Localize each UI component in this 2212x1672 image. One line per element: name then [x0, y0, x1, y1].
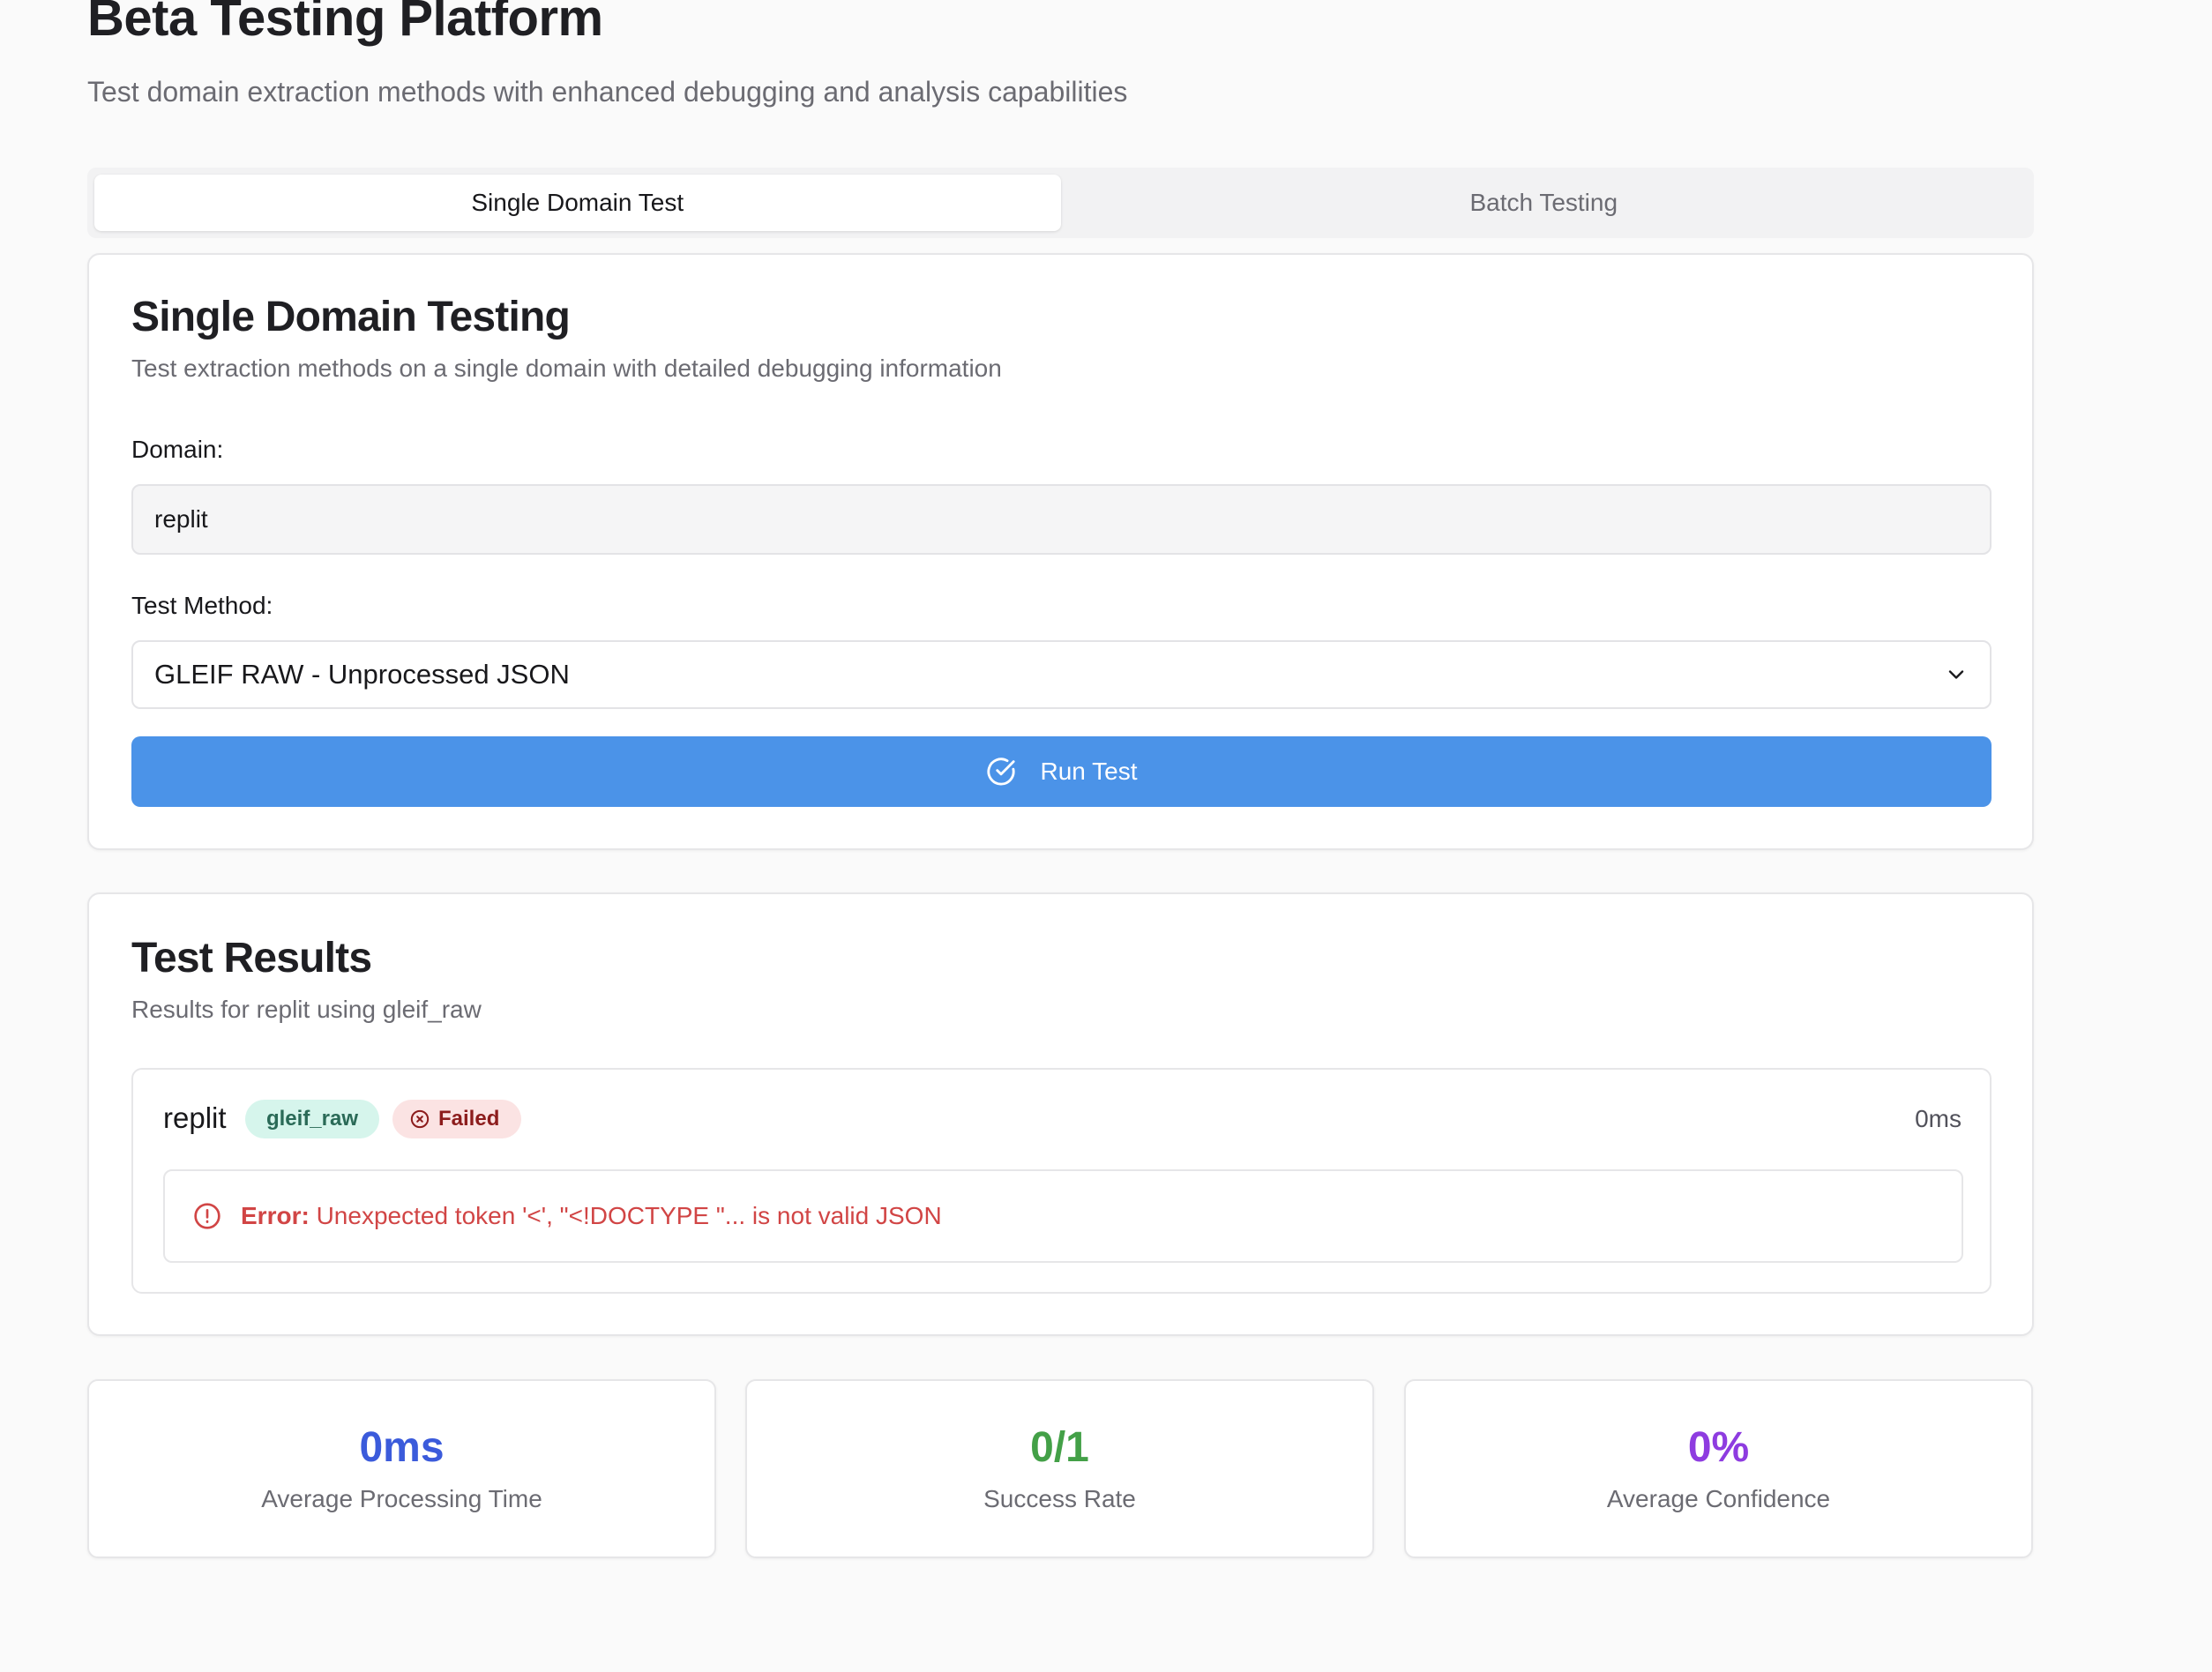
stat-value: 0%: [1687, 1424, 1750, 1471]
test-method-label: Test Method:: [131, 592, 273, 619]
tab-batch-testing[interactable]: Batch Testing: [1061, 175, 2028, 231]
run-test-label: Run Test: [1040, 758, 1138, 785]
error-detail: Unexpected token '<', "<!DOCTYPE "... is…: [316, 1202, 942, 1229]
test-results-card: Test Results Results for replit using gl…: [87, 892, 2034, 1336]
chevron-down-icon: [1948, 670, 1964, 679]
card-title: Single Domain Testing: [131, 294, 571, 340]
results-description: Results for replit using gleif_raw: [131, 996, 482, 1023]
test-method-select[interactable]: GLEIF RAW - Unprocessed JSON: [131, 640, 1992, 709]
domain-input[interactable]: [131, 484, 1992, 555]
test-method-value: GLEIF RAW - Unprocessed JSON: [154, 659, 570, 690]
alert-circle-icon: [194, 1203, 220, 1229]
result-domain: replit: [163, 1101, 227, 1134]
tab-single-domain-test[interactable]: Single Domain Test: [94, 175, 1061, 231]
stat-success-rate: 0/1 Success Rate: [745, 1379, 1374, 1558]
result-time: 0ms: [1915, 1105, 1962, 1132]
error-message: Error: Unexpected token '<', "<!DOCTYPE …: [163, 1169, 1963, 1263]
error-text: Error: Unexpected token '<', "<!DOCTYPE …: [241, 1202, 942, 1230]
status-badge-label: Failed: [438, 1107, 500, 1131]
single-domain-testing-card: Single Domain Testing Test extraction me…: [87, 253, 2034, 850]
stat-label: Average Processing Time: [261, 1485, 542, 1512]
page-subtitle: Test domain extraction methods with enha…: [87, 76, 1128, 108]
method-badge: gleif_raw: [245, 1100, 379, 1138]
stat-value: 0ms: [359, 1424, 445, 1471]
page-title: Beta Testing Platform: [87, 0, 603, 47]
x-circle-icon: [410, 1109, 430, 1129]
result-item: replit gleif_raw Failed 0ms Error: Unexp…: [131, 1068, 1992, 1294]
error-prefix: Error:: [241, 1202, 310, 1229]
tab-list: Single Domain Test Batch Testing: [87, 168, 2034, 238]
run-test-button[interactable]: Run Test: [131, 736, 1992, 807]
stat-avg-confidence: 0% Average Confidence: [1404, 1379, 2033, 1558]
card-description: Test extraction methods on a single doma…: [131, 355, 1002, 382]
stat-label: Success Rate: [983, 1485, 1136, 1512]
stat-label: Average Confidence: [1606, 1485, 1831, 1512]
results-title: Test Results: [131, 935, 372, 982]
stat-avg-processing-time: 0ms Average Processing Time: [87, 1379, 716, 1558]
stat-value: 0/1: [1030, 1424, 1089, 1471]
domain-label: Domain:: [131, 436, 224, 463]
check-circle-icon: [986, 758, 1015, 786]
status-badge: Failed: [392, 1100, 521, 1138]
